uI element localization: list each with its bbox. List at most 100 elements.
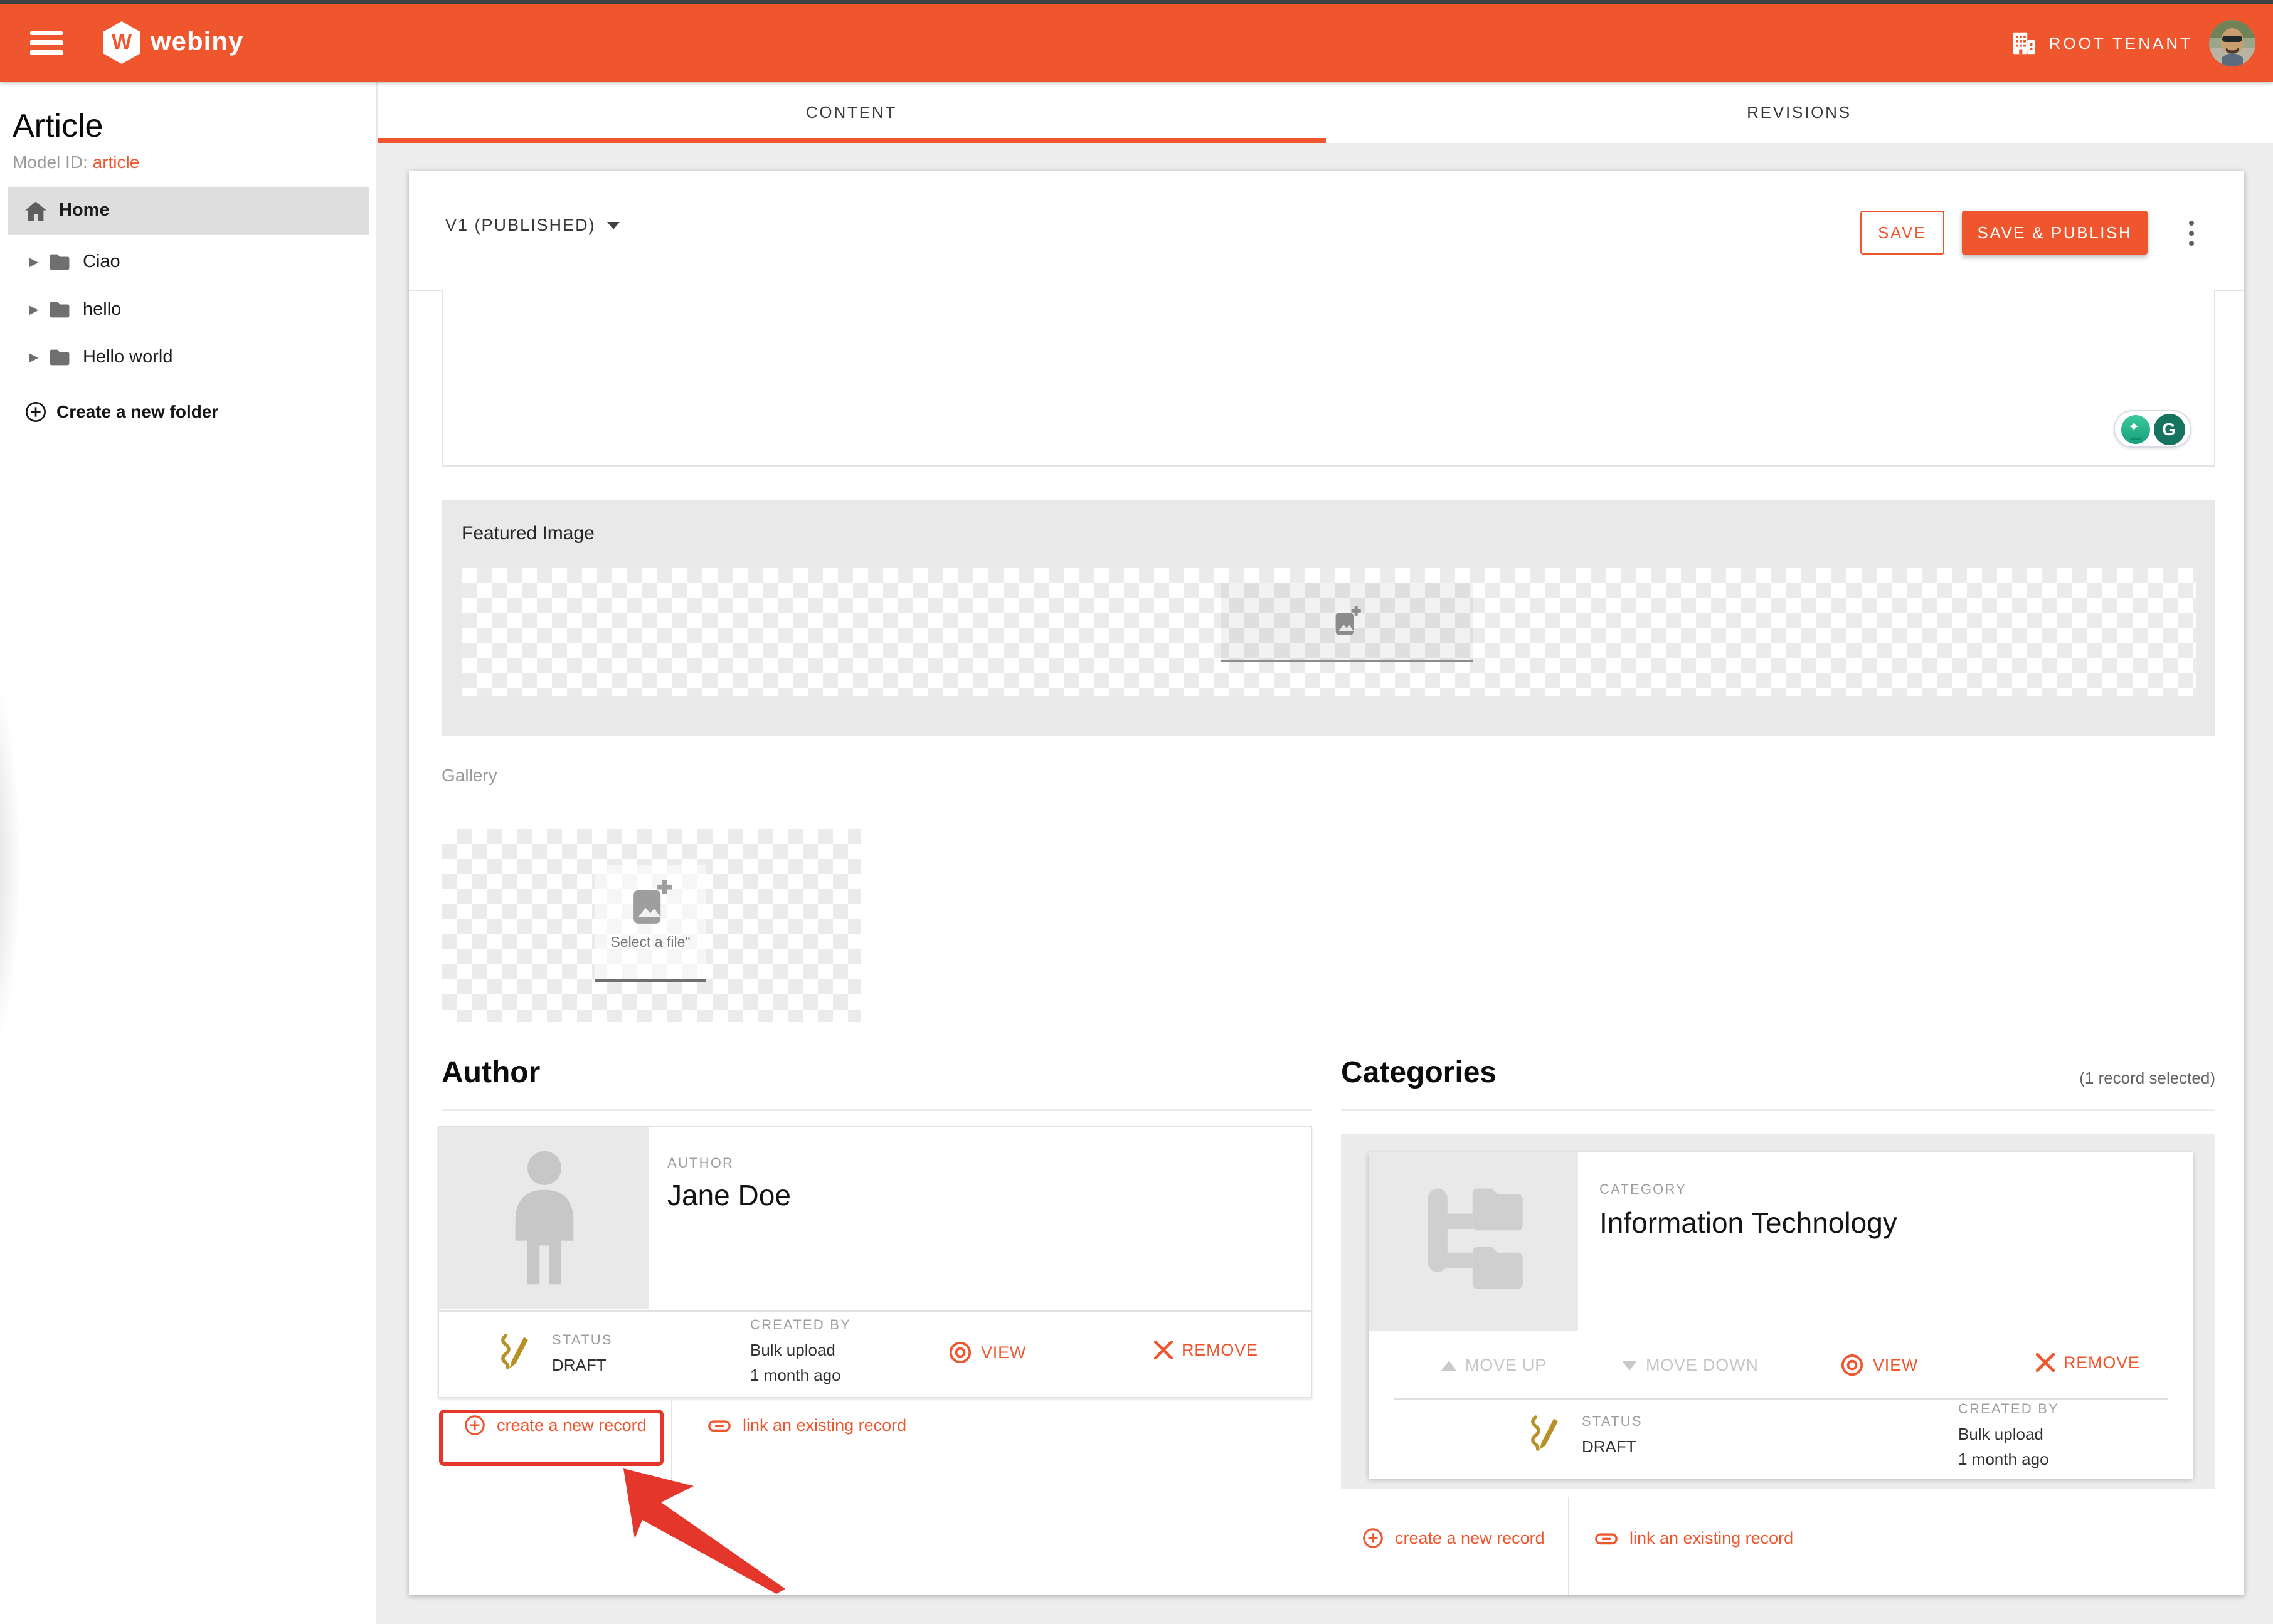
featured-image-field: Featured Image <box>442 500 2215 736</box>
avatar[interactable] <box>2209 20 2255 66</box>
folder-icon <box>49 301 70 319</box>
model-id-link[interactable]: article <box>93 152 140 172</box>
status-value: DRAFT <box>552 1356 607 1374</box>
view-icon <box>1840 1353 1864 1377</box>
featured-image-label: Featured Image <box>462 523 595 544</box>
avatar-photo <box>2209 20 2255 66</box>
tree-icon <box>1411 1185 1536 1298</box>
categories-selected-wrapper: CATEGORY Information Technology MOVE UP … <box>1341 1134 2215 1489</box>
menu-icon[interactable] <box>30 31 63 55</box>
category-field-label: CATEGORY <box>1599 1183 1687 1198</box>
card-footer-divider <box>1394 1398 2168 1400</box>
move-up-button[interactable]: MOVE UP <box>1441 1356 1547 1374</box>
drawer-shadow <box>0 621 50 1160</box>
records-selected-info: (1 record selected) <box>1839 1068 2215 1087</box>
created-by-label: CREATED BY <box>1958 1402 2059 1417</box>
sidebar-item-label: Ciao <box>83 252 120 272</box>
chevron-down-icon <box>607 221 620 229</box>
create-folder-button[interactable]: Create a new folder <box>0 389 376 434</box>
featured-image-upload-target[interactable] <box>1221 583 1473 662</box>
folder-icon <box>49 349 70 366</box>
home-icon <box>24 200 48 221</box>
chevron-right-icon: ▶ <box>29 255 39 269</box>
select-file-label: Select a file" <box>610 936 690 951</box>
image-add-icon <box>629 879 672 927</box>
webiny-brand-text: webiny <box>151 28 243 58</box>
status-value: DRAFT <box>1582 1437 1636 1456</box>
save-button[interactable]: SAVE <box>1860 211 1944 255</box>
webiny-logo-hexagon: W <box>103 21 140 64</box>
triangle-up-icon <box>1441 1360 1456 1370</box>
category-record-card: CATEGORY Information Technology MOVE UP … <box>1369 1152 2193 1479</box>
category-thumbnail <box>1369 1152 1578 1331</box>
view-icon <box>948 1341 972 1364</box>
sidebar-item-folder[interactable]: ▶ Hello world <box>0 334 376 381</box>
model-id: Model ID: article <box>13 152 139 172</box>
created-by-value: Bulk upload <box>1958 1425 2043 1443</box>
content-panel: V1 (PUBLISHED) SAVE SAVE & PUBLISH ✦ G F… <box>409 171 2244 1595</box>
link-record-button[interactable]: link an existing record <box>1594 1527 1793 1549</box>
webiny-logo[interactable]: W webiny <box>103 21 243 64</box>
featured-image-dropzone[interactable] <box>462 568 2196 696</box>
tabbar: CONTENT REVISIONS <box>376 82 2273 143</box>
category-name: Information Technology <box>1599 1206 1897 1240</box>
rich-text-editor[interactable]: ✦ G <box>442 290 2215 467</box>
model-id-label: Model ID: <box>13 152 88 172</box>
chevron-right-icon: ▶ <box>29 351 39 364</box>
move-down-button[interactable]: MOVE DOWN <box>1622 1356 1759 1374</box>
add-circle-icon <box>25 401 46 422</box>
created-by-value: Bulk upload <box>750 1341 835 1359</box>
add-circle-icon <box>464 1415 485 1436</box>
save-publish-button[interactable]: SAVE & PUBLISH <box>1962 211 2148 255</box>
folder-icon <box>49 253 70 271</box>
author-heading: Author <box>442 1056 540 1091</box>
view-button[interactable]: VIEW <box>1840 1353 1918 1377</box>
gallery-dropzone[interactable]: Select a file" <box>442 829 861 1022</box>
create-record-button[interactable]: create a new record <box>1362 1527 1545 1549</box>
close-icon <box>2036 1353 2055 1372</box>
sidebar-item-home[interactable]: Home <box>8 187 369 235</box>
sidebar-item-folder[interactable]: ▶ Ciao <box>0 238 376 286</box>
link-icon <box>707 1415 731 1436</box>
remove-button[interactable]: REMOVE <box>1154 1341 1258 1359</box>
categories-heading: Categories <box>1341 1056 1497 1091</box>
gallery-select-file-button[interactable]: Select a file" <box>595 865 706 982</box>
person-icon <box>495 1148 593 1289</box>
created-time: 1 month ago <box>750 1366 841 1384</box>
tenant-selector[interactable]: ROOT TENANT <box>2011 4 2193 82</box>
add-circle-icon <box>1362 1527 1384 1549</box>
active-tab-indicator <box>378 138 1326 143</box>
section-divider <box>442 1109 1312 1111</box>
close-icon <box>1154 1341 1173 1359</box>
grammarly-suggestion-icon[interactable]: ✦ <box>2121 414 2149 443</box>
kebab-menu-icon[interactable] <box>2179 213 2204 253</box>
link-record-button[interactable]: link an existing record <box>707 1415 906 1436</box>
link-icon <box>1594 1527 1618 1549</box>
tab-revisions[interactable]: REVISIONS <box>1325 82 2273 143</box>
create-record-button[interactable]: create a new record <box>464 1415 647 1436</box>
author-field-label: AUTHOR <box>667 1156 734 1171</box>
window-top-strip <box>0 0 2273 4</box>
page-title: Article <box>13 107 103 145</box>
created-by-label: CREATED BY <box>750 1318 851 1333</box>
grammarly-widget: ✦ G <box>2114 410 2191 448</box>
tab-content[interactable]: CONTENT <box>378 82 1325 143</box>
building-icon <box>2011 31 2038 55</box>
sidebar-item-label: Hello world <box>83 347 172 367</box>
topbar: W webiny ROOT TENANT <box>0 4 2273 82</box>
author-name: Jane Doe <box>667 1179 791 1213</box>
sidebar-item-folder[interactable]: ▶ hello <box>0 286 376 334</box>
remove-button[interactable]: REMOVE <box>2036 1353 2140 1372</box>
actions-divider <box>1568 1497 1569 1595</box>
status-label: STATUS <box>1582 1415 1643 1430</box>
triangle-down-icon <box>1622 1360 1637 1370</box>
version-selector[interactable]: V1 (PUBLISHED) <box>445 216 620 235</box>
created-time: 1 month ago <box>1958 1450 2049 1468</box>
view-button[interactable]: VIEW <box>948 1341 1026 1364</box>
actions-divider <box>671 1397 672 1495</box>
grammarly-icon[interactable]: G <box>2153 413 2185 445</box>
sidebar-item-label: hello <box>83 300 121 320</box>
tenant-label: ROOT TENANT <box>2049 33 2193 52</box>
status-draft-icon <box>498 1332 532 1373</box>
sidebar: Article Model ID: article Home ▶ Ciao ▶ … <box>0 82 376 1624</box>
